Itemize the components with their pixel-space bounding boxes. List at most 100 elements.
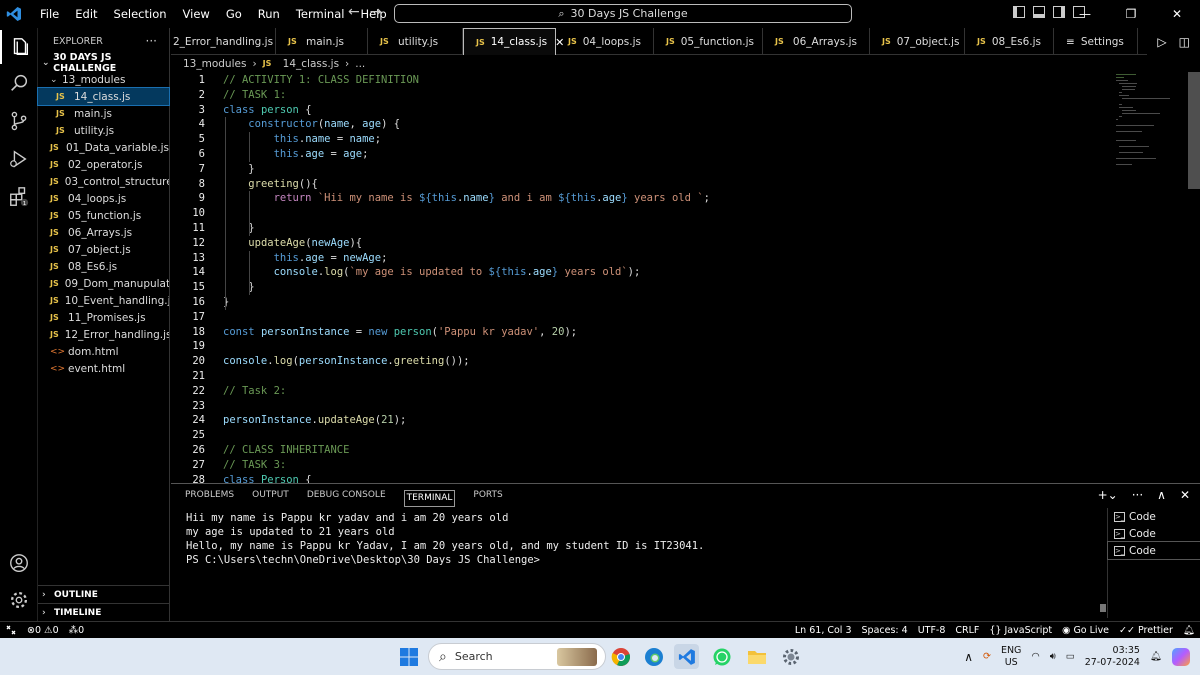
tab-main-js[interactable]: JS main.js <box>276 28 368 55</box>
code-line[interactable]: // ACTIVITY 1: CLASS DEFINITION <box>223 73 419 88</box>
close-panel-icon[interactable]: ✕ <box>1180 488 1190 502</box>
tab-05-function-js[interactable]: JS 05_function.js <box>654 28 763 55</box>
editor-scrollbar[interactable] <box>1188 72 1200 189</box>
vscode-taskbar-icon[interactable] <box>674 644 699 669</box>
code-line[interactable]: this.age = newAge; <box>223 251 388 266</box>
tab-14-class-js[interactable]: JS 14_class.js ✕ <box>463 28 564 55</box>
code-editor[interactable]: 1 // ACTIVITY 1: CLASS DEFINITION 2 // TASK… <box>171 72 1200 483</box>
project-root[interactable]: ⌄ 30 DAYS JS CHALLENGE <box>38 52 169 74</box>
toggle-sidebar-icon[interactable] <box>1013 6 1025 18</box>
run-debug-icon[interactable] <box>0 142 38 176</box>
menu-item-selection[interactable]: Selection <box>106 7 175 21</box>
menu-item-run[interactable]: Run <box>250 7 288 21</box>
encoding-status[interactable]: UTF-8 <box>913 625 951 636</box>
update-icon[interactable]: ⟳ <box>983 651 991 662</box>
edge-icon[interactable] <box>641 644 666 669</box>
taskbar-search[interactable]: ⌕ Search <box>428 643 606 670</box>
panel-tab-debug-console[interactable]: DEBUG CONSOLE <box>307 490 386 507</box>
tab-04-loops-js[interactable]: JS 04_loops.js <box>556 28 654 55</box>
file-explorer-icon[interactable] <box>744 644 769 669</box>
tab-utility-js[interactable]: JS utility.js <box>368 28 463 55</box>
more-actions-icon[interactable]: ··· <box>1132 488 1143 502</box>
new-terminal-icon[interactable]: +⌄ <box>1098 488 1118 502</box>
copilot-icon[interactable] <box>1172 647 1190 666</box>
tab-06-arrays-js[interactable]: JS 06_Arrays.js <box>763 28 870 55</box>
code-line[interactable]: this.age = age; <box>223 147 369 162</box>
outline-section[interactable]: › OUTLINE <box>38 585 170 603</box>
maximize-icon[interactable]: ❐ <box>1108 0 1154 28</box>
menu-item-edit[interactable]: Edit <box>67 7 105 21</box>
code-line[interactable]: // TASK 1: <box>223 88 286 103</box>
tab-settings[interactable]: ≡ Settings <box>1054 28 1138 55</box>
eol-status[interactable]: CRLF <box>950 625 984 636</box>
code-line[interactable]: // CLASS INHERITANCE <box>223 443 349 458</box>
battery-icon[interactable]: ▭ <box>1066 651 1075 662</box>
notification-bell-icon[interactable]: 🔔︎ <box>1150 651 1162 662</box>
remote-icon[interactable] <box>0 622 22 639</box>
file-item[interactable]: JS utility.js <box>38 122 169 139</box>
prettier-status[interactable]: ✓✓ Prettier <box>1114 625 1178 636</box>
breadcrumb-item[interactable]: 13_modules <box>183 58 246 70</box>
file-item[interactable]: JS 01_Data_variable.js <box>38 139 169 156</box>
go-live-status[interactable]: ◉ Go Live <box>1057 625 1114 636</box>
settings-gear-icon[interactable] <box>778 644 803 669</box>
file-item[interactable]: <> dom.html <box>38 343 169 360</box>
toggle-panel-icon[interactable] <box>1033 6 1045 18</box>
tab-07-object-js[interactable]: JS 07_object.js <box>870 28 965 55</box>
file-item[interactable]: JS 02_operator.js <box>38 156 169 173</box>
indentation-status[interactable]: Spaces: 4 <box>857 625 913 636</box>
breadcrumb-item[interactable]: 14_class.js <box>283 58 339 70</box>
code-line[interactable]: class Person { <box>223 473 312 483</box>
terminal-instance[interactable]: >_ Code <box>1108 525 1200 542</box>
manage-gear-icon[interactable] <box>0 583 38 617</box>
code-line[interactable]: console.log(`my age is updated to ${this… <box>223 265 641 280</box>
maximize-panel-icon[interactable]: ∧ <box>1157 488 1166 502</box>
code-line[interactable]: constructor(name, age) { <box>223 117 400 132</box>
chevron-up-icon[interactable]: ∧ <box>964 650 973 664</box>
volume-icon[interactable]: 🔊︎ <box>1050 651 1056 662</box>
language-indicator[interactable]: ENG US <box>1001 645 1021 669</box>
ports-status[interactable]: ⁂0 <box>64 625 90 636</box>
close-window-icon[interactable]: ✕ <box>1154 0 1200 28</box>
file-item[interactable]: JS main.js <box>38 105 169 122</box>
notifications-bell-icon[interactable]: 🔔︎ <box>1178 625 1200 636</box>
forward-arrow-icon[interactable]: → <box>370 4 382 20</box>
file-item[interactable]: JS 05_function.js <box>38 207 169 224</box>
explorer-icon[interactable] <box>0 30 38 64</box>
panel-tab-terminal[interactable]: TERMINAL <box>403 490 456 507</box>
file-item[interactable]: JS 14_class.js <box>37 87 170 106</box>
menu-item-terminal[interactable]: Terminal <box>288 7 353 21</box>
code-line[interactable]: } <box>223 295 229 310</box>
back-arrow-icon[interactable]: ← <box>348 4 360 20</box>
file-item[interactable]: JS 08_Es6.js <box>38 258 169 275</box>
minimap[interactable] <box>1116 72 1186 172</box>
terminal-scrollbar[interactable] <box>1100 604 1106 612</box>
file-item[interactable]: JS 09_Dom_manupulatio... <box>38 275 169 292</box>
chrome-icon[interactable] <box>608 644 633 669</box>
windows-start-icon[interactable] <box>396 644 421 669</box>
code-line[interactable]: } <box>223 162 254 177</box>
breadcrumb-item[interactable]: ... <box>355 58 365 70</box>
terminal-instance[interactable]: >_ Code <box>1108 508 1200 525</box>
file-item[interactable]: JS 10_Event_handling.js <box>38 292 169 309</box>
account-icon[interactable] <box>0 546 38 580</box>
menu-item-view[interactable]: View <box>175 7 218 21</box>
timeline-section[interactable]: › TIMELINE <box>38 603 170 621</box>
extensions-icon[interactable]: 1 <box>0 180 38 214</box>
file-item[interactable]: JS 11_Promises.js <box>38 309 169 326</box>
file-item[interactable]: <> event.html <box>38 360 169 377</box>
code-line[interactable]: class person { <box>223 103 312 118</box>
more-actions-icon[interactable]: ··· <box>146 34 157 48</box>
cursor-position[interactable]: Ln 61, Col 3 <box>790 625 857 636</box>
code-line[interactable]: greeting(){ <box>223 177 318 192</box>
file-item[interactable]: JS 06_Arrays.js <box>38 224 169 241</box>
code-line[interactable]: const personInstance = new person('Pappu… <box>223 325 577 340</box>
panel-tab-output[interactable]: OUTPUT <box>252 490 289 507</box>
terminal-instance[interactable]: >_ Code <box>1107 541 1200 560</box>
code-line[interactable]: updateAge(newAge){ <box>223 236 362 251</box>
code-line[interactable]: personInstance.updateAge(21); <box>223 413 406 428</box>
code-line[interactable]: return `Hii my name is ${this.name} and … <box>223 191 710 206</box>
file-item[interactable]: JS 03_control_structure.js <box>38 173 169 190</box>
file-item[interactable]: JS 07_object.js <box>38 241 169 258</box>
file-item[interactable]: JS 04_loops.js <box>38 190 169 207</box>
